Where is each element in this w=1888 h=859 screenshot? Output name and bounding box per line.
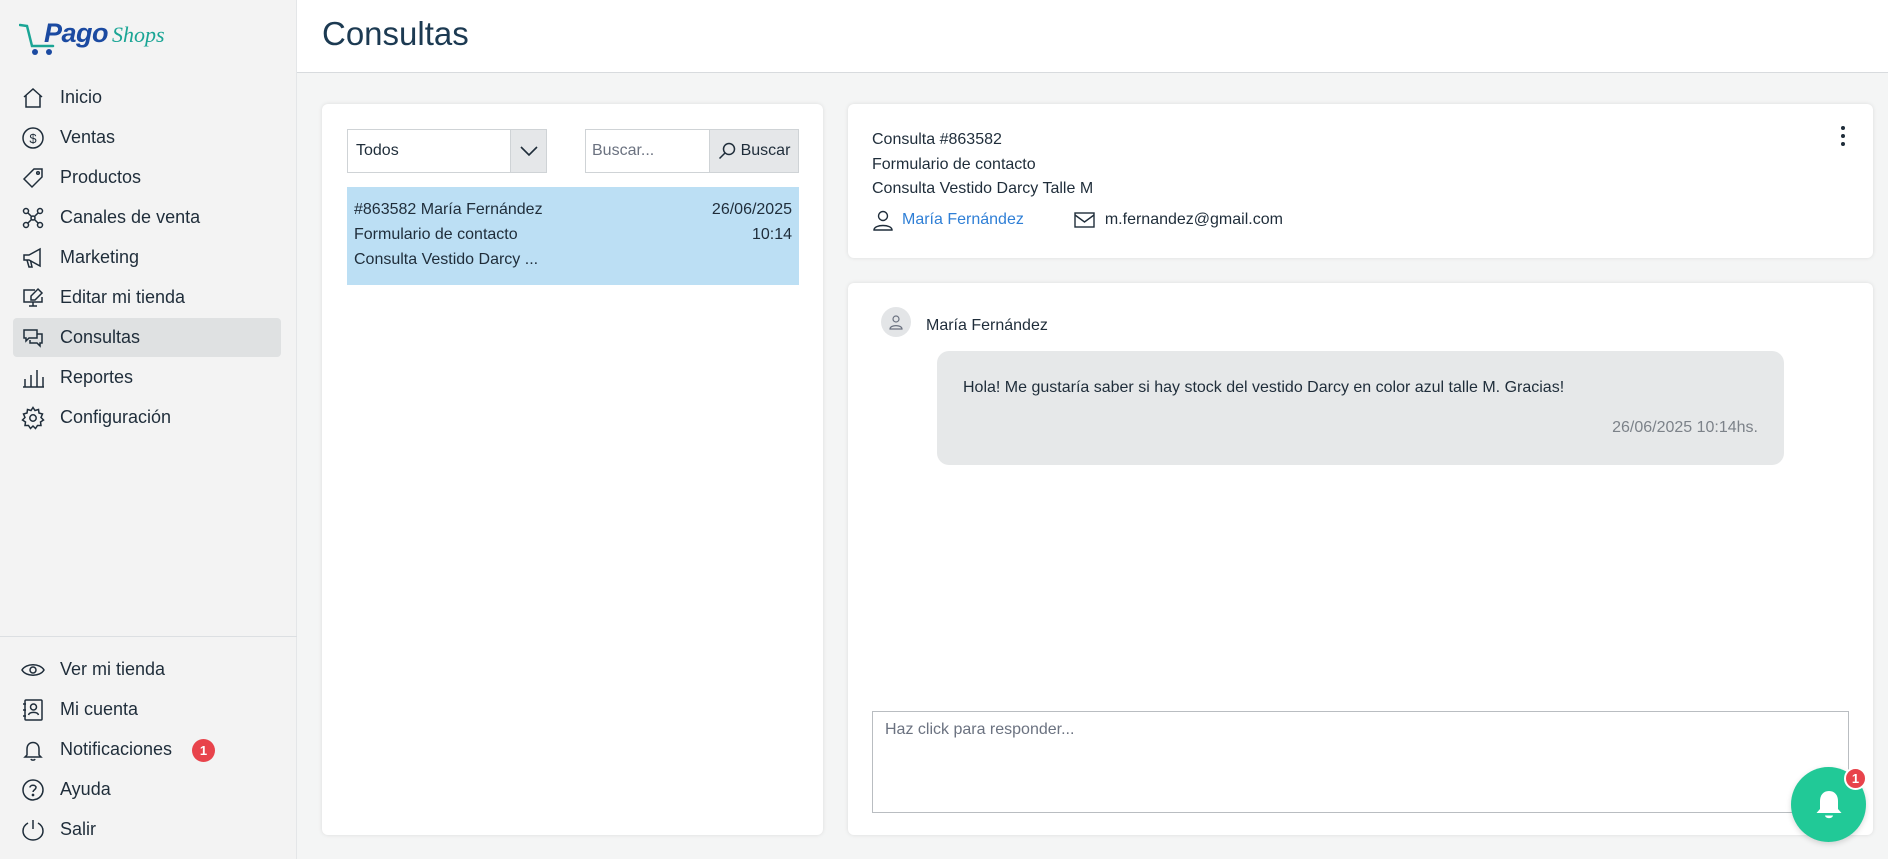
page-title: Consultas: [322, 15, 469, 52]
sidebar-item-label: Marketing: [60, 247, 140, 267]
sidebar-item-label: Ver mi tienda: [60, 659, 166, 679]
sidebar-item-ayuda[interactable]: Ayuda: [13, 770, 281, 809]
tag-icon: [20, 165, 46, 191]
sidebar-item-label: Configuración: [60, 407, 172, 427]
home-icon: [20, 85, 46, 111]
account-icon: [20, 697, 46, 723]
consulta-title: #863582 María Fernández: [354, 201, 543, 218]
chat-sender: María Fernández: [881, 307, 1048, 337]
consulta-subject: Consulta Vestido Darcy Talle M: [872, 180, 1094, 197]
avatar: [881, 307, 911, 337]
message-text: Hola! Me gustaría saber si hay stock del…: [963, 379, 1565, 396]
sidebar-item-label: Mi cuenta: [60, 699, 139, 719]
sidebar-item-label: Ventas: [60, 127, 116, 147]
message-timestamp: 26/06/2025 10:14hs.: [1612, 419, 1758, 436]
sidebar-item-label: Ayuda: [60, 779, 111, 799]
megaphone-icon: [20, 245, 46, 271]
pagoshops-logo[interactable]: Pago Shops: [19, 16, 179, 62]
consulta-time: 10:14: [751, 226, 792, 243]
status-filter-select[interactable]: Todos: [347, 129, 547, 173]
search-button-label: Buscar: [740, 142, 791, 159]
sidebar-item-label: Canales de venta: [60, 207, 201, 227]
consulta-id: Consulta #863582: [872, 131, 1002, 148]
notification-count-badge: 1: [192, 739, 215, 762]
gear-icon: [20, 405, 46, 431]
sidebar-item-salir[interactable]: Salir: [13, 810, 281, 849]
sidebar-item-label: Inicio: [60, 87, 103, 107]
bell-icon: [1816, 790, 1841, 818]
sidebar-item-ver-mi-tienda[interactable]: Ver mi tienda: [13, 650, 281, 689]
sidebar: Pago Shops Inicio $ Ventas Productos Can…: [0, 0, 297, 859]
consulta-source: Formulario de contacto: [354, 226, 518, 243]
bottom-nav: Ver mi tienda Mi cuenta Notificaciones 1…: [13, 650, 281, 850]
contact-info: María Fernández m.fernandez@gmail.com: [872, 209, 1283, 231]
filter-selected-value: Todos: [356, 142, 399, 159]
sidebar-item-productos[interactable]: Productos: [13, 158, 281, 197]
main-nav: Inicio $ Ventas Productos Canales de ven…: [13, 78, 281, 438]
consulta-detail-panel: Consulta #863582 Formulario de contacto …: [848, 104, 1873, 258]
consulta-date: 26/06/2025: [711, 201, 792, 218]
sidebar-item-label: Productos: [60, 167, 142, 187]
sidebar-item-ventas[interactable]: $ Ventas: [13, 118, 281, 157]
monitor-edit-icon: [20, 285, 46, 311]
customer-name-link[interactable]: María Fernández: [902, 211, 1024, 229]
reply-input[interactable]: Haz click para responder...: [872, 711, 1849, 813]
page-header: Consultas: [297, 0, 1888, 73]
search-box: Buscar: [585, 129, 799, 173]
chat-panel: María Fernández Hola! Me gustaría saber …: [848, 283, 1873, 835]
consulta-source: Formulario de contacto: [872, 156, 1036, 173]
customer-email: m.fernandez@gmail.com: [1104, 211, 1283, 228]
sidebar-item-consultas[interactable]: Consultas: [13, 318, 281, 357]
logo-text-shops: Shops: [112, 22, 165, 47]
consultas-list-panel: Todos Buscar #863582 María Fernández 26/…: [322, 104, 823, 835]
sidebar-item-label: Notificaciones: [60, 739, 173, 759]
power-icon: [20, 817, 46, 843]
sidebar-item-inicio[interactable]: Inicio: [13, 78, 281, 117]
sidebar-item-mi-cuenta[interactable]: Mi cuenta: [13, 690, 281, 729]
bar-chart-icon: [20, 365, 46, 391]
sidebar-item-label: Editar mi tienda: [60, 287, 186, 307]
search-input[interactable]: [586, 130, 709, 172]
bell-icon: [20, 737, 46, 763]
message-bubble: Hola! Me gustaría saber si hay stock del…: [937, 351, 1784, 465]
svg-text:$: $: [29, 131, 37, 146]
mail-icon: [1074, 212, 1095, 228]
sidebar-item-marketing[interactable]: Marketing: [13, 238, 281, 277]
help-icon: [20, 777, 46, 803]
search-icon: [718, 142, 735, 160]
sender-name: María Fernández: [926, 317, 1048, 334]
chat-icon: [20, 325, 46, 351]
sidebar-item-editar-mi-tienda[interactable]: Editar mi tienda: [13, 278, 281, 317]
sidebar-item-label: Salir: [60, 819, 97, 839]
more-options-icon[interactable]: [1838, 126, 1848, 150]
list-item[interactable]: #863582 María Fernández 26/06/2025 Formu…: [347, 187, 799, 285]
user-icon: [873, 210, 893, 231]
sidebar-item-configuracion[interactable]: Configuración: [13, 398, 281, 437]
eye-icon: [20, 657, 46, 683]
sidebar-item-notificaciones[interactable]: Notificaciones 1: [13, 730, 281, 769]
dollar-icon: $: [20, 125, 46, 151]
fab-notification-badge: 1: [1844, 767, 1867, 790]
sidebar-item-reportes[interactable]: Reportes: [13, 358, 281, 397]
sidebar-item-canales-de-venta[interactable]: Canales de venta: [13, 198, 281, 237]
channels-icon: [20, 205, 46, 231]
sidebar-divider: [0, 636, 297, 637]
consulta-subject: Consulta Vestido Darcy ...: [354, 251, 539, 268]
logo-text-pago: Pago: [44, 18, 109, 48]
sidebar-item-label: Consultas: [60, 327, 141, 347]
chevron-down-icon[interactable]: [510, 130, 546, 172]
user-icon: [889, 315, 903, 330]
search-button[interactable]: Buscar: [709, 130, 798, 172]
sidebar-item-label: Reportes: [60, 367, 134, 387]
